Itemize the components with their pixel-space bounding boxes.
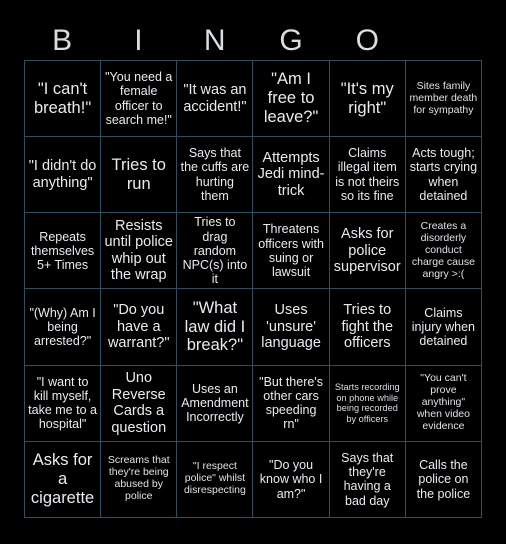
bingo-cell-text: Uno Reverse Cards a question bbox=[111, 370, 167, 436]
bingo-cell-text: Tries to fight the officers bbox=[341, 302, 394, 352]
bingo-cell[interactable]: Screams that they're being abused by pol… bbox=[101, 441, 178, 518]
bingo-cell[interactable]: Tries to fight the officers bbox=[329, 289, 406, 366]
bingo-cell[interactable]: Uno Reverse Cards a question bbox=[101, 365, 178, 442]
bingo-cell[interactable]: "Do you have a warrant?" bbox=[101, 289, 178, 366]
bingo-cell[interactable]: "I can't breath!" bbox=[25, 61, 102, 138]
bingo-cell[interactable]: Tries to drag random NPC(s) into it bbox=[177, 213, 254, 290]
header-letter-blank bbox=[405, 22, 481, 60]
bingo-cell[interactable]: "What law did I break?" bbox=[177, 289, 254, 366]
bingo-cell-text: "What law did I break?" bbox=[184, 298, 246, 355]
bingo-cell[interactable]: Uses 'unsure' language bbox=[253, 289, 330, 366]
bingo-cell-text: Creates a disorderly conduct charge caus… bbox=[411, 219, 475, 280]
bingo-cell-text: "I didn't do anything" bbox=[28, 158, 97, 191]
bingo-cell[interactable]: Acts tough; starts crying when detained bbox=[405, 137, 482, 214]
bingo-cell-text: Asks for a cigarette bbox=[30, 451, 95, 507]
bingo-cell-text: Acts tough; starts crying when detained bbox=[409, 146, 478, 203]
header-letter-n: N bbox=[203, 24, 226, 57]
bingo-cell[interactable]: "It's my right" bbox=[329, 61, 406, 138]
bingo-cell[interactable]: Says that the cuffs are hurting them bbox=[177, 137, 254, 214]
bingo-cell-text: Screams that they're being abused by pol… bbox=[107, 454, 170, 503]
bingo-cell[interactable]: Asks for a cigarette bbox=[25, 441, 102, 518]
bingo-cell[interactable]: "Am I free to leave?" bbox=[253, 61, 330, 138]
bingo-grid: "I can't breath!" "You need a female offi… bbox=[24, 60, 482, 518]
bingo-cell[interactable]: Creates a disorderly conduct charge caus… bbox=[405, 213, 482, 290]
bingo-cell-text: Sites family member death for sympathy bbox=[409, 79, 478, 116]
bingo-cell-text: Says that they're having a bad day bbox=[341, 450, 394, 508]
bingo-cell[interactable]: Claims illegal item is not theirs so its… bbox=[329, 137, 406, 214]
bingo-cell[interactable]: "I didn't do anything" bbox=[25, 137, 102, 214]
bingo-cell[interactable]: "It was an accident!" bbox=[177, 61, 254, 138]
bingo-cell-text: "I want to kill myself, take me to a hos… bbox=[28, 374, 97, 432]
bingo-cell-text: Tries to run bbox=[111, 155, 166, 193]
bingo-board: B I N G O "I can't breath!" "You need a f… bbox=[0, 0, 506, 544]
bingo-cell[interactable]: "I want to kill myself, take me to a hos… bbox=[25, 365, 102, 442]
header-letter-i: I bbox=[134, 24, 143, 57]
bingo-cell[interactable]: "Do you know who I am?" bbox=[253, 441, 330, 518]
bingo-cell-text: Calls the police on the police bbox=[416, 458, 471, 501]
bingo-cell[interactable]: Resists until police whip out the wrap bbox=[101, 213, 178, 290]
bingo-cell-text: Threatens officers with suing or lawsuit bbox=[258, 222, 324, 280]
bingo-cell-text: "It was an accident!" bbox=[183, 82, 247, 115]
bingo-cell-text: Asks for police supervisor bbox=[333, 226, 401, 276]
bingo-cell[interactable]: Starts recording on phone while being re… bbox=[329, 365, 406, 442]
bingo-cell[interactable]: Says that they're having a bad day bbox=[329, 441, 406, 518]
bingo-cell[interactable]: Asks for police supervisor bbox=[329, 213, 406, 290]
bingo-cell[interactable]: Attempts Jedi mind-trick bbox=[253, 137, 330, 214]
header-letter-g: G bbox=[279, 24, 303, 57]
bingo-cell[interactable]: Repeats themselves 5+ Times bbox=[25, 213, 102, 290]
bingo-cell[interactable]: "I respect police" whilst disrespecting bbox=[177, 441, 254, 518]
bingo-cell[interactable]: "You can't prove anything" when video ev… bbox=[405, 365, 482, 442]
bingo-cell-text: "You need a female officer to search me!… bbox=[105, 70, 173, 127]
bingo-cell[interactable]: Sites family member death for sympathy bbox=[405, 61, 482, 138]
bingo-cell[interactable]: Calls the police on the police bbox=[405, 441, 482, 518]
bingo-cell[interactable]: "You need a female officer to search me!… bbox=[101, 61, 178, 138]
bingo-cell-text: Resists until police whip out the wrap bbox=[104, 217, 173, 284]
bingo-cell-text: Uses 'unsure' language bbox=[261, 302, 321, 352]
bingo-cell[interactable]: Threatens officers with suing or lawsuit bbox=[253, 213, 330, 290]
bingo-cell-text: Attempts Jedi mind-trick bbox=[257, 149, 325, 199]
bingo-cell[interactable]: Uses an Amendment Incorrectly bbox=[177, 365, 254, 442]
bingo-cell-text: Starts recording on phone while being re… bbox=[334, 382, 400, 424]
header-letter-o: O bbox=[355, 24, 379, 57]
bingo-cell-text: "Do you have a warrant?" bbox=[107, 302, 170, 352]
bingo-cell[interactable]: Claims injury when detained bbox=[405, 289, 482, 366]
bingo-cell-text: "Am I free to leave?" bbox=[263, 70, 319, 126]
bingo-cell-text: Tries to drag random NPC(s) into it bbox=[182, 215, 248, 287]
bingo-cell-text: "It's my right" bbox=[340, 79, 394, 117]
bingo-cell-text: "You can't prove anything" when video ev… bbox=[416, 372, 470, 433]
bingo-cell-text: "(Why) Am I being arrested?" bbox=[29, 305, 96, 349]
bingo-cell-text: Claims illegal item is not theirs so its… bbox=[335, 146, 400, 203]
bingo-cell-text: "Do you know who I am?" bbox=[259, 458, 323, 501]
bingo-cell-text: "I can't breath!" bbox=[33, 79, 92, 117]
bingo-cell-text: "I respect police" whilst disrespecting bbox=[183, 460, 246, 497]
bingo-cell-text: Claims injury when detained bbox=[411, 305, 476, 349]
bingo-header: B I N G O bbox=[24, 22, 482, 60]
bingo-cell-text: "But there's other cars speeding rn" bbox=[259, 374, 323, 432]
bingo-cell-text: Repeats themselves 5+ Times bbox=[30, 229, 95, 273]
bingo-cell-text: Says that the cuffs are hurting them bbox=[180, 146, 250, 203]
bingo-cell[interactable]: Tries to run bbox=[101, 137, 178, 214]
bingo-cell-text: Uses an Amendment Incorrectly bbox=[181, 381, 249, 425]
header-letter-b: B bbox=[52, 24, 73, 57]
bingo-cell[interactable]: "(Why) Am I being arrested?" bbox=[25, 289, 102, 366]
bingo-cell[interactable]: "But there's other cars speeding rn" bbox=[253, 365, 330, 442]
